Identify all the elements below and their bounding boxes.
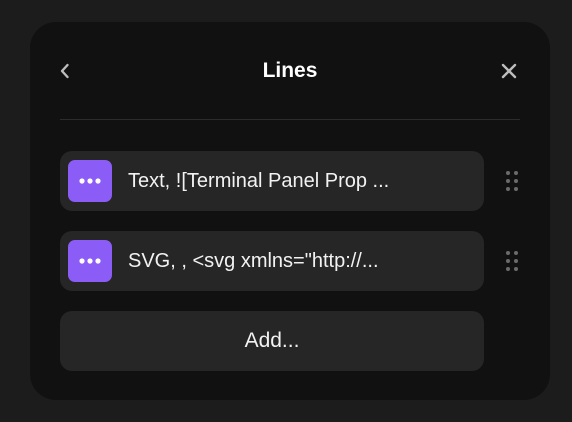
line-item[interactable]: SVG, , <svg xmlns="http://... — [60, 231, 484, 291]
page-title: Lines — [262, 59, 318, 82]
close-button[interactable] — [498, 60, 520, 82]
lines-panel: Lines Text, ![Terminal Panel Prop ... SV… — [30, 22, 550, 400]
line-item-label: SVG, , <svg xmlns="http://... — [128, 250, 379, 272]
more-horizontal-icon[interactable] — [68, 240, 112, 282]
close-icon — [501, 63, 517, 79]
line-item[interactable]: Text, ![Terminal Panel Prop ... — [60, 151, 484, 211]
drag-handle-icon[interactable] — [504, 251, 524, 275]
window-frame: Lines Text, ![Terminal Panel Prop ... SV… — [0, 0, 572, 422]
add-line-button[interactable]: Add... — [60, 311, 484, 371]
drag-handle-icon[interactable] — [504, 171, 524, 195]
header-divider — [60, 119, 520, 120]
line-item-label: Text, ![Terminal Panel Prop ... — [128, 170, 390, 192]
panel-header: Lines — [30, 22, 550, 120]
more-horizontal-icon[interactable] — [68, 160, 112, 202]
